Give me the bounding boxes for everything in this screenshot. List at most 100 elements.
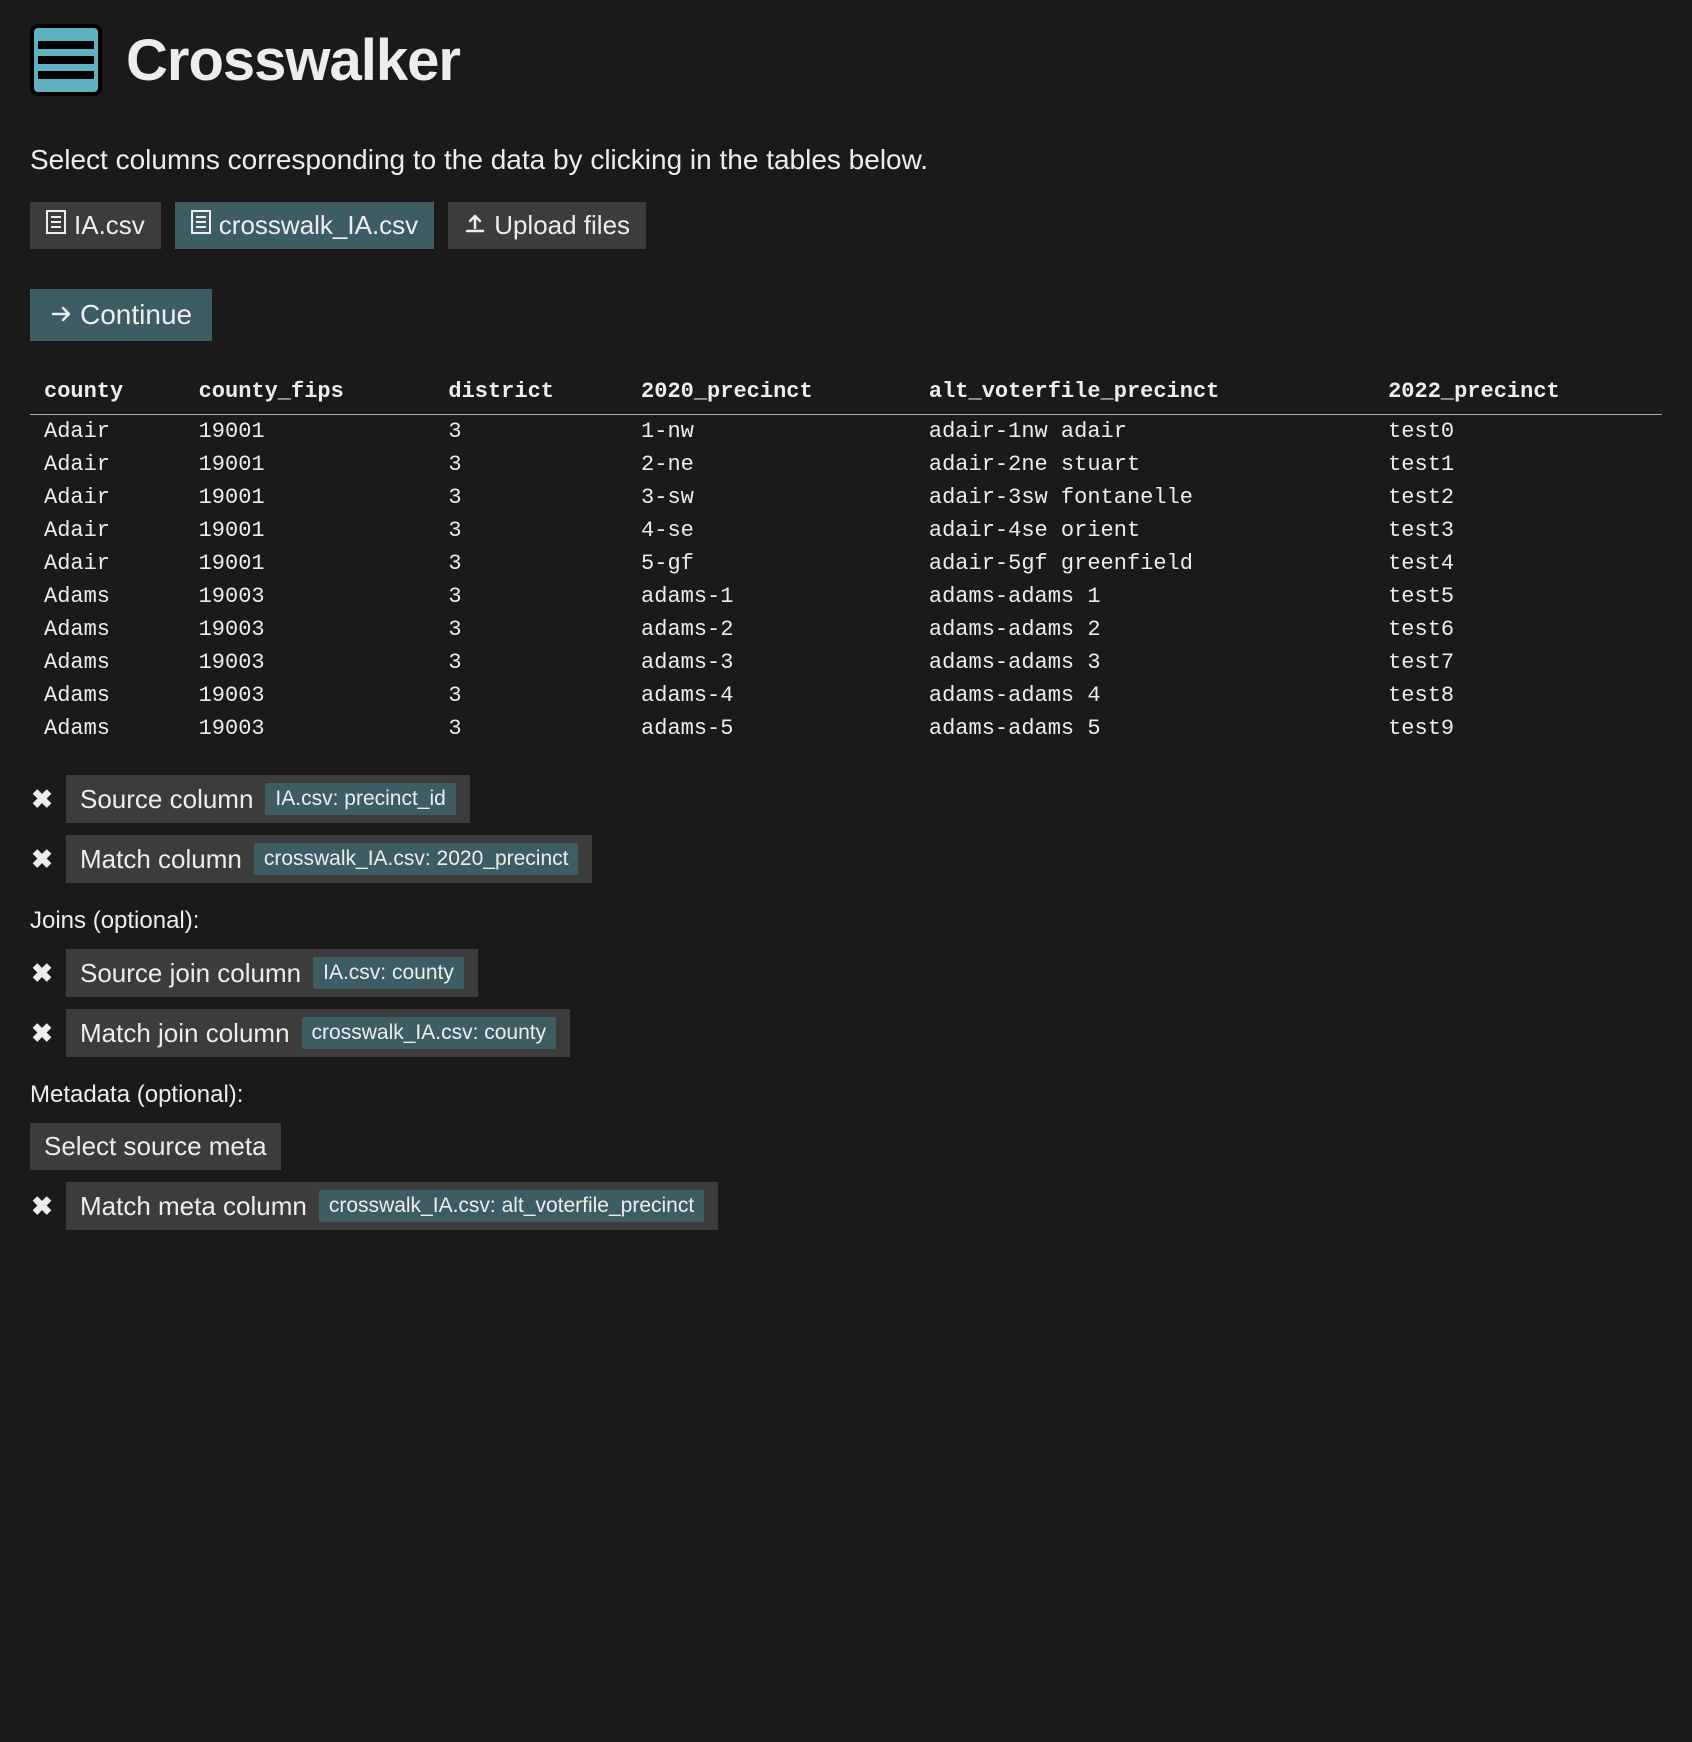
table-cell[interactable]: 19003 [185, 646, 435, 679]
table-cell[interactable]: test5 [1374, 580, 1662, 613]
metadata-heading: Metadata (optional): [30, 1081, 1662, 1109]
continue-button[interactable]: Continue [30, 289, 212, 341]
selector-badge: crosswalk_IA.csv: 2020_precinct [254, 843, 579, 875]
table-cell[interactable]: 5-gf [627, 547, 915, 580]
table-cell[interactable]: test3 [1374, 514, 1662, 547]
close-icon[interactable]: ✖ [30, 844, 54, 875]
table-cell[interactable]: 3 [434, 514, 627, 547]
table-cell[interactable]: 3 [434, 613, 627, 646]
selector-label: Match column [80, 844, 242, 875]
close-icon[interactable]: ✖ [30, 958, 54, 989]
app-logo [30, 24, 102, 96]
table-cell[interactable]: adair-4se orient [915, 514, 1374, 547]
table-cell[interactable]: Adams [30, 613, 185, 646]
table-cell[interactable]: adams-5 [627, 712, 915, 745]
column-header[interactable]: county_fips [185, 371, 435, 415]
table-cell[interactable]: 19003 [185, 712, 435, 745]
table-cell[interactable]: adair-5gf greenfield [915, 547, 1374, 580]
table-cell[interactable]: 19001 [185, 547, 435, 580]
upload-files-button[interactable]: Upload files [448, 202, 646, 249]
table-cell[interactable]: test2 [1374, 481, 1662, 514]
table-cell[interactable]: adair-1nw adair [915, 415, 1374, 449]
file-icon [191, 210, 211, 241]
table-cell[interactable]: adams-adams 1 [915, 580, 1374, 613]
table-cell[interactable]: Adair [30, 415, 185, 449]
table-row: Adair1900134-seadair-4se orienttest3 [30, 514, 1662, 547]
table-cell[interactable]: test8 [1374, 679, 1662, 712]
table-row: Adair1900131-nwadair-1nw adairtest0 [30, 415, 1662, 449]
source-column-row: ✖ Source column IA.csv: precinct_id [30, 775, 1662, 823]
table-row: Adair1900135-gfadair-5gf greenfieldtest4 [30, 547, 1662, 580]
table-cell[interactable]: adair-3sw fontanelle [915, 481, 1374, 514]
table-cell[interactable]: 19003 [185, 580, 435, 613]
table-cell[interactable]: Adams [30, 679, 185, 712]
file-tab-crosswalk[interactable]: crosswalk_IA.csv [175, 202, 434, 249]
table-cell[interactable]: test9 [1374, 712, 1662, 745]
table-cell[interactable]: adams-adams 3 [915, 646, 1374, 679]
table-cell[interactable]: Adair [30, 547, 185, 580]
table-cell[interactable]: 3 [434, 547, 627, 580]
table-body: Adair1900131-nwadair-1nw adairtest0Adair… [30, 415, 1662, 746]
table-row: Adair1900132-neadair-2ne stuarttest1 [30, 448, 1662, 481]
match-meta-selector[interactable]: Match meta column crosswalk_IA.csv: alt_… [66, 1182, 718, 1230]
file-tabs-row: IA.csv crosswalk_IA.csv Upload files [30, 202, 1662, 249]
table-cell[interactable]: Adams [30, 712, 185, 745]
table-cell[interactable]: adams-3 [627, 646, 915, 679]
file-icon [46, 210, 66, 241]
table-cell[interactable]: test7 [1374, 646, 1662, 679]
app-title: Crosswalker [126, 27, 460, 94]
table-cell[interactable]: 3 [434, 646, 627, 679]
table-cell[interactable]: 19001 [185, 448, 435, 481]
table-cell[interactable]: 19001 [185, 415, 435, 449]
table-cell[interactable]: 3 [434, 679, 627, 712]
table-cell[interactable]: 3 [434, 580, 627, 613]
column-header[interactable]: alt_voterfile_precinct [915, 371, 1374, 415]
source-meta-selector[interactable]: Select source meta [30, 1123, 281, 1170]
table-cell[interactable]: 3 [434, 415, 627, 449]
table-cell[interactable]: 2-ne [627, 448, 915, 481]
source-join-selector[interactable]: Source join column IA.csv: county [66, 949, 478, 997]
column-header[interactable]: district [434, 371, 627, 415]
table-cell[interactable]: 19001 [185, 514, 435, 547]
column-header[interactable]: county [30, 371, 185, 415]
selector-label: Match join column [80, 1018, 290, 1049]
table-cell[interactable]: test4 [1374, 547, 1662, 580]
table-cell[interactable]: test6 [1374, 613, 1662, 646]
match-column-selector[interactable]: Match column crosswalk_IA.csv: 2020_prec… [66, 835, 592, 883]
close-icon[interactable]: ✖ [30, 1018, 54, 1049]
selector-badge: crosswalk_IA.csv: county [302, 1017, 557, 1049]
source-column-selector[interactable]: Source column IA.csv: precinct_id [66, 775, 470, 823]
table-cell[interactable]: 4-se [627, 514, 915, 547]
match-join-row: ✖ Match join column crosswalk_IA.csv: co… [30, 1009, 1662, 1057]
table-cell[interactable]: 3 [434, 481, 627, 514]
close-icon[interactable]: ✖ [30, 784, 54, 815]
table-cell[interactable]: adams-adams 2 [915, 613, 1374, 646]
table-cell[interactable]: adams-2 [627, 613, 915, 646]
table-cell[interactable]: adams-4 [627, 679, 915, 712]
table-cell[interactable]: adams-adams 5 [915, 712, 1374, 745]
close-icon[interactable]: ✖ [30, 1191, 54, 1222]
table-cell[interactable]: 19003 [185, 679, 435, 712]
table-cell[interactable]: adams-adams 4 [915, 679, 1374, 712]
table-cell[interactable]: 19003 [185, 613, 435, 646]
upload-label: Upload files [494, 210, 630, 241]
table-cell[interactable]: adams-1 [627, 580, 915, 613]
table-cell[interactable]: Adams [30, 646, 185, 679]
selector-label: Source column [80, 784, 253, 815]
table-cell[interactable]: Adair [30, 481, 185, 514]
table-cell[interactable]: test1 [1374, 448, 1662, 481]
file-tab-ia[interactable]: IA.csv [30, 202, 161, 249]
table-cell[interactable]: 3 [434, 448, 627, 481]
table-cell[interactable]: Adair [30, 514, 185, 547]
table-cell[interactable]: adair-2ne stuart [915, 448, 1374, 481]
table-cell[interactable]: Adams [30, 580, 185, 613]
table-cell[interactable]: 1-nw [627, 415, 915, 449]
table-cell[interactable]: 3 [434, 712, 627, 745]
table-cell[interactable]: 3-sw [627, 481, 915, 514]
column-header[interactable]: 2020_precinct [627, 371, 915, 415]
column-header[interactable]: 2022_precinct [1374, 371, 1662, 415]
table-cell[interactable]: Adair [30, 448, 185, 481]
table-cell[interactable]: 19001 [185, 481, 435, 514]
match-join-selector[interactable]: Match join column crosswalk_IA.csv: coun… [66, 1009, 570, 1057]
table-cell[interactable]: test0 [1374, 415, 1662, 449]
